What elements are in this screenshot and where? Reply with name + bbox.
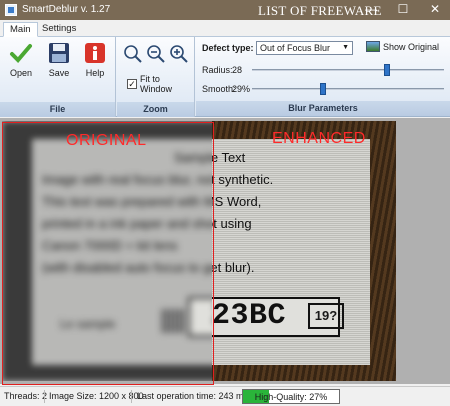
smooth-slider-thumb[interactable] [320, 83, 326, 95]
status-bar: Threads: 2 Image Size: 1200 x 800 Last o… [0, 386, 450, 406]
quality-label: High-Quality: 27% [254, 392, 328, 402]
smooth-slider[interactable] [252, 83, 444, 95]
defect-type-value: Out of Focus Blur [260, 43, 331, 53]
show-original-label: Show Original [383, 41, 440, 52]
fit-to-window-label: Fit to Window [139, 74, 172, 94]
ribbon-tabs: Main Settings [0, 20, 450, 37]
help-button[interactable]: Help [78, 41, 112, 83]
original-label: ORIGINAL [66, 132, 147, 149]
help-label: Help [85, 68, 105, 78]
defect-type-select[interactable]: Out of Focus Blur ▼ [256, 41, 353, 55]
save-label: Save [48, 68, 70, 78]
doc-line: Image with real focus blur, not syntheti… [212, 172, 274, 187]
open-button[interactable]: Open [4, 41, 38, 83]
radius-value: 28 [232, 65, 243, 75]
radius-slider-track [252, 69, 444, 71]
info-icon [85, 43, 105, 63]
doc-line: This text was prepared with MS Word, [212, 194, 262, 209]
plate-number: 23BC [212, 299, 287, 333]
enhanced-half: Sample Text Image with real focus blur, … [212, 121, 396, 381]
defect-type-label: Defect type: [202, 43, 254, 53]
title-bar: SmartDeblur v. 1.27 LIST OF FREEWARE — ☐… [0, 0, 450, 20]
quality-progress-bar: High-Quality: 27% [242, 389, 340, 404]
threads-status: Threads: 2 [4, 391, 48, 401]
doc-line: Sample Text [212, 150, 246, 165]
tab-settings[interactable]: Settings [36, 22, 82, 37]
original-highlight-box [2, 122, 214, 385]
ribbon: Open Save Help File ✓ Fit to Window Zoom… [0, 37, 450, 117]
enhanced-inner: Sample Text Image with real focus blur, … [212, 121, 396, 381]
radius-slider-thumb[interactable] [384, 64, 390, 76]
image-size-status: Image Size: 1200 x 800 [49, 391, 144, 401]
zoom-in-icon[interactable] [168, 43, 190, 65]
open-label: Open [9, 68, 33, 78]
tab-main[interactable]: Main [3, 22, 38, 37]
close-button[interactable]: ✕ [420, 0, 450, 20]
enhanced-label: ENHANCED [272, 130, 366, 147]
last-operation-status: Last operation time: 243 ms [137, 391, 249, 401]
image-icon [366, 41, 380, 52]
minimize-button[interactable]: — [356, 0, 386, 20]
smooth-value: 29% [232, 84, 251, 94]
doc-line: (with disabled auto focus to get blur). [212, 260, 255, 275]
status-divider [131, 390, 132, 403]
zoom-out-icon[interactable] [145, 43, 167, 65]
app-icon [5, 4, 17, 16]
checkmark-icon [10, 44, 32, 63]
radius-label: Radius: [202, 65, 233, 75]
fit-to-window-checkbox[interactable]: ✓ Fit to Window [127, 74, 194, 94]
plate-box: 19? [308, 303, 344, 329]
doc-line: printed in a ink paper and shot using [212, 216, 252, 231]
floppy-disk-icon [49, 43, 69, 63]
maximize-button[interactable]: ☐ [388, 0, 418, 20]
zoom-fit-icon[interactable] [122, 43, 144, 65]
zoom-group: ✓ Fit to Window Zoom [117, 37, 195, 117]
chevron-down-icon: ▼ [342, 44, 349, 51]
smooth-slider-track [252, 88, 444, 90]
blur-group-label: Blur Parameters [196, 101, 450, 116]
radius-slider[interactable] [252, 64, 444, 76]
checkbox-icon: ✓ [127, 79, 137, 89]
file-group: Open Save Help File [0, 37, 116, 117]
smooth-label: Smooth: [202, 84, 236, 94]
status-divider [44, 390, 45, 403]
window-title: SmartDeblur v. 1.27 [22, 4, 111, 15]
save-button[interactable]: Save [42, 41, 76, 83]
file-group-label: File [0, 102, 115, 117]
zoom-group-label: Zoom [117, 102, 194, 117]
show-original-button[interactable]: Show Original [366, 41, 439, 52]
